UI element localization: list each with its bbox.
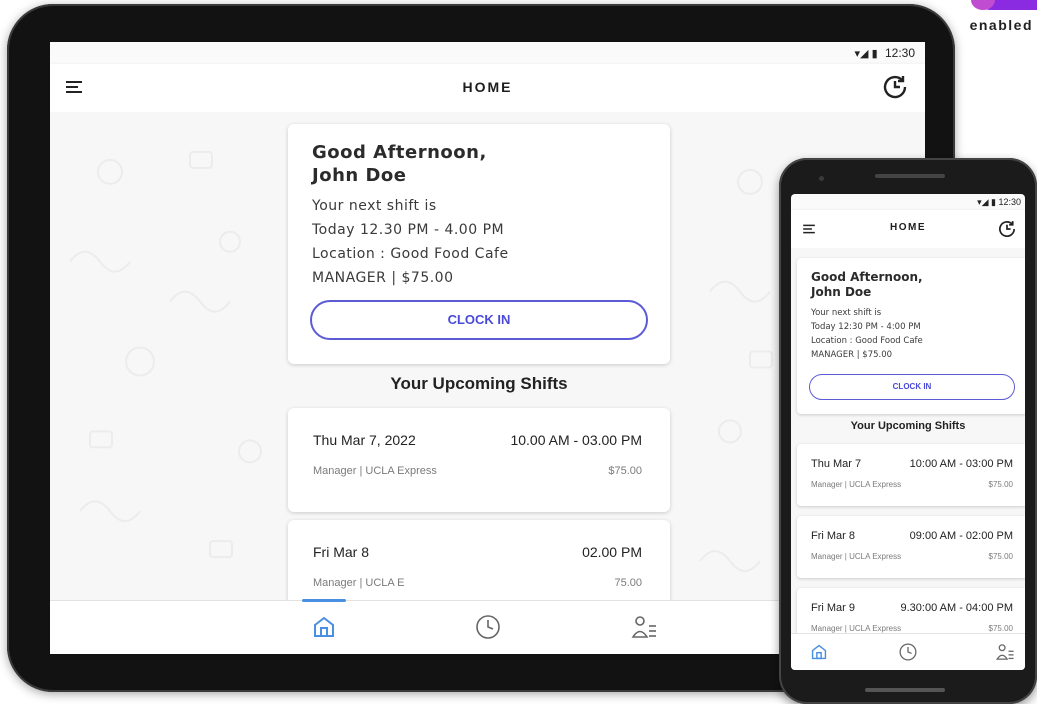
camera-dot (819, 176, 824, 181)
profile-icon[interactable] (630, 613, 658, 641)
shift-time: 10:00 AM - 03:00 PM (909, 458, 1013, 470)
phone-status-time: 12:30 (998, 197, 1021, 207)
shift-card[interactable]: Thu Mar 7, 2022 10.00 AM - 03.00 PM Mana… (288, 408, 670, 512)
home-icon[interactable] (310, 613, 338, 641)
shift-time: 02.00 PM (582, 544, 642, 560)
shift-date: Thu Mar 7 (811, 458, 862, 470)
next-shift-time: Today 12.30 PM - 4.00 PM (312, 222, 505, 238)
next-shift-location: Location : Good Food Cafe (811, 336, 923, 346)
greeting-line: Good Afternoon, (811, 270, 923, 284)
shift-pay: $75.00 (988, 624, 1013, 633)
greeting-line: Good Afternoon, (312, 142, 487, 163)
profile-icon[interactable] (995, 642, 1015, 662)
shift-pay: $75.00 (988, 552, 1013, 561)
next-shift-time: Today 12:30 PM - 4:00 PM (811, 322, 921, 332)
next-shift-role: MANAGER | $75.00 (312, 270, 454, 286)
clock-in-button[interactable]: CLOCK IN (809, 374, 1015, 400)
next-shift-label: Your next shift is (811, 308, 882, 318)
shift-role: Manager | UCLA Express (811, 624, 902, 633)
home-bar (865, 688, 945, 692)
shift-card[interactable]: Fri Mar 9 9.30:00 AM - 04:00 PM Manager … (797, 588, 1025, 634)
phone-bottom-nav (791, 633, 1025, 670)
status-time: 12:30 (884, 46, 915, 60)
timesheet-icon[interactable] (898, 642, 918, 662)
shift-time: 9.30:00 AM - 04:00 PM (900, 602, 1013, 614)
shift-card[interactable]: Fri Mar 8 02.00 PM Manager | UCLA E 75.0… (288, 520, 670, 601)
shift-card[interactable]: Fri Mar 8 09:00 AM - 02:00 PM Manager | … (797, 516, 1025, 578)
shift-date: Thu Mar 7, 2022 (313, 432, 416, 448)
shift-role: Manager | UCLA Express (313, 465, 437, 477)
shift-card[interactable]: Thu Mar 7 10:00 AM - 03:00 PM Manager | … (797, 444, 1025, 506)
speaker-grille (875, 174, 945, 178)
shift-role: Manager | UCLA Express (811, 480, 902, 489)
greeting-card: Good Afternoon, John Doe Your next shift… (288, 124, 670, 364)
page-title: HOME (462, 79, 513, 95)
user-name: John Doe (312, 165, 407, 186)
shift-pay: 75.00 (614, 577, 642, 589)
shift-time: 10.00 AM - 03.00 PM (510, 432, 642, 448)
clock-in-button[interactable]: CLOCK IN (310, 300, 648, 340)
home-icon[interactable] (809, 642, 829, 662)
next-shift-label: Your next shift is (312, 198, 437, 214)
shift-role: Manager | UCLA E (313, 577, 405, 589)
history-icon[interactable] (881, 73, 909, 101)
next-shift-location: Location : Good Food Cafe (312, 246, 509, 262)
greeting-title: Good Afternoon, John Doe (312, 141, 487, 187)
shift-date: Fri Mar 8 (811, 530, 855, 542)
shift-pay: $75.00 (988, 480, 1013, 489)
phone-page-title: HOME (890, 222, 926, 233)
shift-date: Fri Mar 8 (313, 544, 369, 560)
shift-time: 09:00 AM - 02:00 PM (909, 530, 1013, 542)
phone-status-bar: ▾◢ ▮ 12:30 (791, 194, 1025, 210)
signal-icon: ▾◢ ▮ (854, 48, 878, 60)
upcoming-shifts-title: Your Upcoming Shifts (850, 420, 966, 432)
next-shift-role: MANAGER | $75.00 (811, 350, 893, 360)
phone-main-content[interactable]: Good Afternoon, John Doe Your next shift… (791, 248, 1025, 634)
upcoming-shifts-title: Your Upcoming Shifts (390, 374, 568, 393)
user-name: John Doe (811, 285, 872, 299)
phone-device: ▾◢ ▮ 12:30 HOME Good Afternoon, John Doe (779, 158, 1037, 704)
shift-pay: $75.00 (608, 465, 642, 477)
history-icon[interactable] (997, 219, 1017, 239)
status-bar: ▾◢ ▮ 12:30 (50, 42, 925, 64)
timesheet-icon[interactable] (474, 613, 502, 641)
shift-role: Manager | UCLA Express (811, 552, 902, 561)
phone-screen: ▾◢ ▮ 12:30 HOME Good Afternoon, John Doe (791, 194, 1025, 670)
phone-app-bar: HOME (791, 210, 1025, 248)
brand-logo: enabled (947, 0, 1037, 36)
phone-greeting-card: Good Afternoon, John Doe Your next shift… (797, 258, 1025, 414)
greeting-title: Good Afternoon, John Doe (811, 270, 923, 300)
shift-date: Fri Mar 9 (811, 602, 855, 614)
nav-active-indicator (302, 599, 346, 602)
logo-text: enabled (969, 17, 1033, 33)
app-bar: HOME (50, 64, 925, 112)
signal-icon: ▾◢ ▮ (977, 197, 999, 207)
